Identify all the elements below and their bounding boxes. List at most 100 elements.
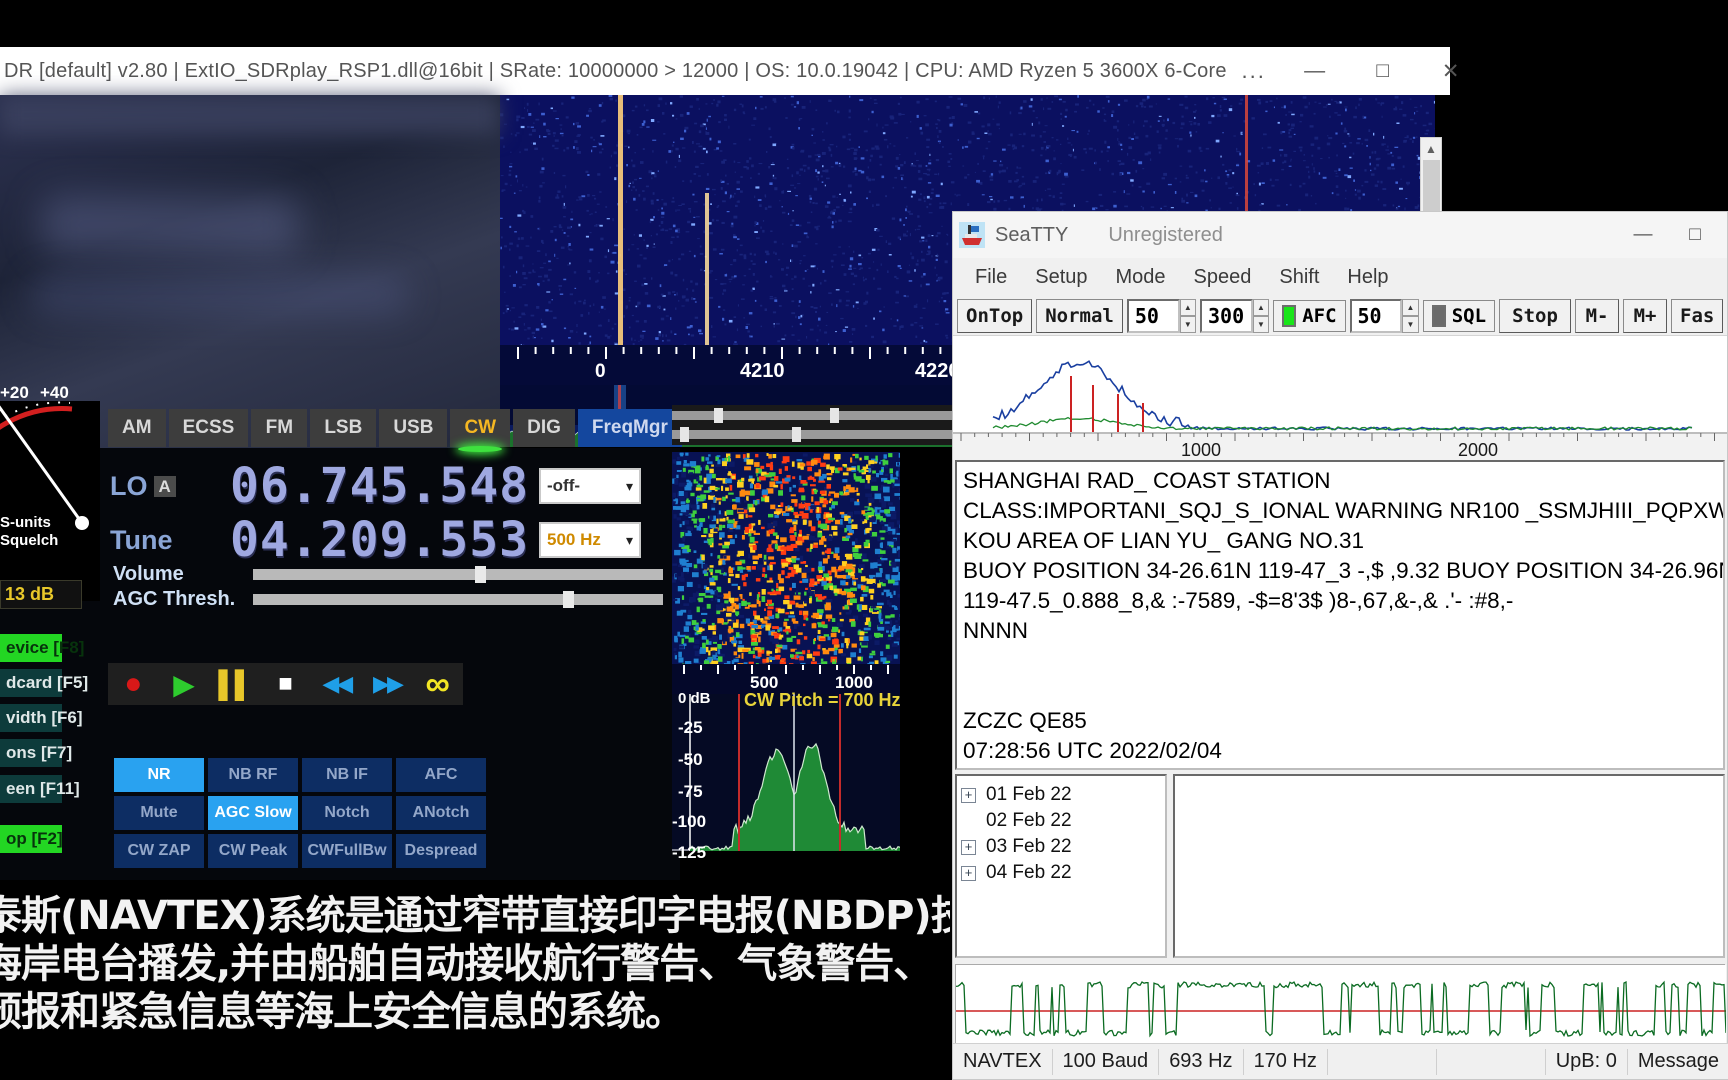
expand-icon[interactable]: +	[961, 865, 976, 881]
loop-button[interactable]: ∞	[412, 665, 463, 704]
stop-button[interactable]: ■	[260, 670, 311, 698]
signal-scope-svg	[956, 965, 1726, 1045]
dsp-button-anotch[interactable]: ANotch	[396, 796, 486, 830]
tune-frequency-value[interactable]: 04.209.553	[230, 512, 529, 568]
audio-waterfall[interactable]	[672, 452, 900, 664]
lo-frequency-value[interactable]: 06.745.548	[230, 458, 529, 514]
spin-down-icon[interactable]: ▼	[1252, 315, 1270, 333]
agc-slider-thumb[interactable]	[563, 591, 574, 608]
threshold-input[interactable]: 50	[1126, 298, 1180, 333]
sql-level-spinner[interactable]: ▲ ▼	[1402, 298, 1419, 333]
dsp-button-cwzap[interactable]: CW ZAP	[114, 834, 204, 868]
mode-button-lsb[interactable]: LSB	[310, 409, 377, 447]
play-button[interactable]: ▶	[159, 668, 210, 701]
pause-button[interactable]: ▌▌	[209, 669, 260, 700]
sidebar-item-bandwidth[interactable]: vidth [F6]	[0, 704, 83, 732]
fast-button[interactable]: Fas	[1671, 298, 1724, 333]
dsp-button-nbif[interactable]: NB IF	[302, 758, 392, 792]
list-item[interactable]: + 03 Feb 22	[961, 834, 1161, 860]
lo-vfo-badge[interactable]: A	[153, 476, 176, 498]
rewind-button[interactable]: ◀◀	[311, 671, 362, 697]
sql-level-input[interactable]: 50	[1349, 298, 1403, 333]
expand-icon[interactable]: +	[961, 839, 976, 855]
normal-button[interactable]: Normal	[1036, 298, 1123, 333]
scroll-up-arrow[interactable]: ▲	[1421, 138, 1441, 160]
sidebar-item-options[interactable]: ons [F7]	[0, 739, 72, 767]
seatty-minimize-button[interactable]: —	[1617, 213, 1669, 257]
mode-button-fm[interactable]: FM	[251, 409, 308, 447]
threshold-spinner[interactable]: ▲ ▼	[1179, 298, 1197, 333]
mode-button-cw[interactable]: CW	[450, 409, 511, 452]
seatty-tuning-spectrum[interactable]	[953, 336, 1727, 432]
list-item[interactable]: + 01 Feb 22	[961, 782, 1161, 808]
spin-up-icon[interactable]: ▲	[1179, 298, 1197, 316]
range-spinner[interactable]: ▲ ▼	[1252, 298, 1270, 333]
dsp-button-cwfullbw[interactable]: CWFullBw	[302, 834, 392, 868]
sql-toggle[interactable]: SQL	[1422, 299, 1496, 332]
forward-button[interactable]: ▶▶	[362, 671, 413, 697]
scroll-thumb[interactable]	[1423, 160, 1440, 215]
afc-toggle[interactable]: AFC	[1273, 299, 1346, 332]
menu-item-mode[interactable]: Mode	[1102, 264, 1180, 291]
audio-spectrum[interactable]	[672, 694, 900, 851]
agc-threshold-slider[interactable]	[253, 591, 663, 608]
seatty-maximize-button[interactable]: □	[1669, 213, 1721, 257]
message-preview-pane[interactable]	[1173, 774, 1725, 958]
ontop-button[interactable]: OnTop	[957, 298, 1033, 333]
lo-step-select[interactable]: -off- ▾	[538, 468, 641, 504]
sdr-overflow-button[interactable]: ...	[1227, 47, 1281, 95]
mode-button-usb[interactable]: USB	[379, 409, 448, 447]
sdr-maximize-button[interactable]: □	[1349, 47, 1417, 95]
stop-button[interactable]: Stop	[1499, 298, 1572, 333]
sidebar-item-device[interactable]: evice [F8]	[0, 634, 84, 662]
mode-button-ecss[interactable]: ECSS	[168, 409, 249, 447]
message-date-tree[interactable]: + 01 Feb 22 02 Feb 22 + 03 Feb 22 + 04 F…	[955, 774, 1167, 958]
menu-item-shift[interactable]: Shift	[1265, 264, 1333, 291]
dsp-button-nbrf[interactable]: NB RF	[208, 758, 298, 792]
passband-control-bar[interactable]	[672, 405, 962, 445]
volume-slider[interactable]	[253, 566, 663, 583]
dsp-button-afc[interactable]: AFC	[396, 758, 486, 792]
expand-icon[interactable]: +	[961, 787, 976, 803]
sdr-window-buttons: ... — □ ✕	[1227, 47, 1485, 95]
spin-up-icon[interactable]: ▲	[1402, 298, 1419, 316]
sdr-close-button[interactable]: ✕	[1417, 47, 1485, 95]
range-input[interactable]: 300	[1200, 298, 1253, 333]
sidebar-item-soundcard[interactable]: dcard [F5]	[0, 669, 88, 697]
bandwidth-select[interactable]: 500 Hz ▾	[538, 522, 641, 558]
memory-plus-button[interactable]: M+	[1623, 298, 1668, 333]
dsp-button-nr[interactable]: NR	[114, 758, 204, 792]
db-scale-75: -75	[678, 782, 703, 801]
spin-down-icon[interactable]: ▼	[1179, 315, 1197, 333]
sidebar-item-stop[interactable]: op [F2]	[0, 825, 63, 853]
status-shift: 170 Hz	[1244, 1048, 1328, 1075]
signal-scope	[955, 964, 1726, 1046]
sdr-minimize-button[interactable]: —	[1281, 47, 1349, 95]
spin-up-icon[interactable]: ▲	[1252, 298, 1270, 316]
list-item[interactable]: + 04 Feb 22	[961, 860, 1161, 886]
spin-down-icon[interactable]: ▼	[1402, 315, 1419, 333]
dsp-button-mute[interactable]: Mute	[114, 796, 204, 830]
s-meter	[0, 401, 100, 601]
freq-manager-button[interactable]: FreqMgr	[577, 409, 682, 447]
mode-button-dig[interactable]: DIG	[513, 409, 575, 447]
sidebar-item-screen[interactable]: een [F11]	[0, 775, 80, 803]
volume-slider-thumb[interactable]	[475, 566, 486, 583]
record-button[interactable]: ●	[108, 667, 159, 701]
menu-item-file[interactable]: File	[961, 264, 1021, 291]
memory-minus-button[interactable]: M-	[1575, 298, 1620, 333]
mode-button-am[interactable]: AM	[108, 409, 166, 447]
dsp-button-cwpeak[interactable]: CW Peak	[208, 834, 298, 868]
dsp-button-despread[interactable]: Despread	[396, 834, 486, 868]
menu-item-setup[interactable]: Setup	[1021, 264, 1101, 291]
list-item[interactable]: 02 Feb 22	[961, 808, 1161, 834]
menu-item-help[interactable]: Help	[1333, 264, 1402, 291]
mode-button-row: AM ECSS FM LSB USB CW DIG FreqMgr	[108, 409, 682, 452]
tree-item-label: 02 Feb 22	[986, 810, 1072, 831]
dsp-button-notch[interactable]: Notch	[302, 796, 392, 830]
decoded-message-textarea[interactable]: SHANGHAI RAD_ COAST STATION CLASS:IMPORT…	[955, 460, 1725, 770]
dsp-button-agcslow[interactable]: AGC Slow	[208, 796, 298, 830]
seatty-ruler-svg: 1000 2000	[953, 432, 1727, 460]
sdr-titlebar: DR [default] v2.80 | ExtIO_SDRplay_RSP1.…	[0, 47, 1459, 95]
menu-item-speed[interactable]: Speed	[1180, 264, 1266, 291]
